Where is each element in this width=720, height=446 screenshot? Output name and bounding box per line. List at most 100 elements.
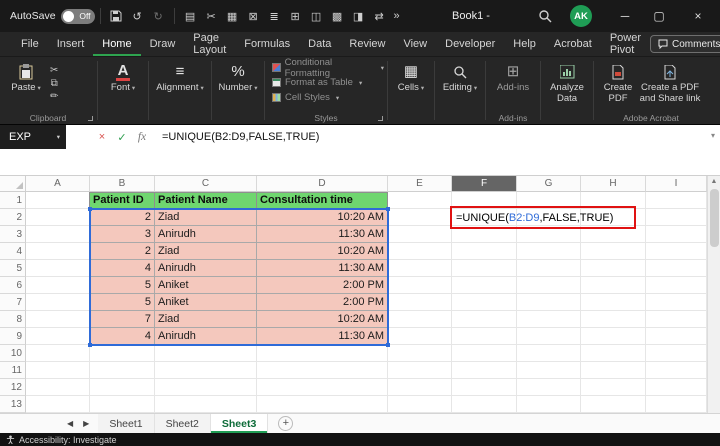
- cell-E9[interactable]: [388, 328, 452, 345]
- menu-tab-formulas[interactable]: Formulas: [235, 32, 299, 56]
- cell-E4[interactable]: [388, 243, 452, 260]
- cell-I8[interactable]: [646, 311, 707, 328]
- cell-A2[interactable]: [26, 209, 90, 226]
- cell-C7[interactable]: Aniket: [155, 294, 257, 311]
- table-icon[interactable]: ▦: [223, 5, 242, 27]
- cell-D2[interactable]: 10:20 AM: [257, 209, 388, 226]
- new-sheet-button[interactable]: +: [278, 416, 293, 431]
- cell-G10[interactable]: [517, 345, 581, 362]
- enter-icon[interactable]: ✓: [112, 131, 132, 144]
- cell-D13[interactable]: [257, 396, 388, 413]
- cell-D12[interactable]: [257, 379, 388, 396]
- cell-F4[interactable]: [452, 243, 517, 260]
- cell-I5[interactable]: [646, 260, 707, 277]
- cell-B3[interactable]: 3: [90, 226, 155, 243]
- conditional-formatting-button[interactable]: Conditional Formatting▾: [272, 60, 384, 75]
- column-header-D[interactable]: D: [257, 176, 388, 192]
- cell-B6[interactable]: 5: [90, 277, 155, 294]
- cell-E7[interactable]: [388, 294, 452, 311]
- cell-G12[interactable]: [517, 379, 581, 396]
- accessibility-status[interactable]: Accessibility: Investigate: [19, 435, 117, 445]
- cell-H3[interactable]: [581, 226, 646, 243]
- clipboard-dialog-launcher-icon[interactable]: [88, 116, 93, 121]
- cell-F13[interactable]: [452, 396, 517, 413]
- editing-button[interactable]: Editing▾: [438, 60, 482, 94]
- cell-D11[interactable]: [257, 362, 388, 379]
- autosave-toggle[interactable]: AutoSave Off: [10, 9, 95, 24]
- active-cell-formula[interactable]: =UNIQUE(B2:D9,FALSE,TRUE): [456, 209, 636, 226]
- row-header-1[interactable]: 1: [0, 192, 26, 209]
- close-box-icon[interactable]: ⊠: [244, 5, 263, 27]
- cell-A10[interactable]: [26, 345, 90, 362]
- row-header-9[interactable]: 9: [0, 328, 26, 345]
- cell-B5[interactable]: 4: [90, 260, 155, 277]
- row-header-7[interactable]: 7: [0, 294, 26, 311]
- cell-E11[interactable]: [388, 362, 452, 379]
- cell-D3[interactable]: 11:30 AM: [257, 226, 388, 243]
- menu-tab-review[interactable]: Review: [340, 32, 394, 56]
- cell-F11[interactable]: [452, 362, 517, 379]
- menu-tab-acrobat[interactable]: Acrobat: [545, 32, 601, 56]
- cell-F9[interactable]: [452, 328, 517, 345]
- add-ins-button[interactable]: ⊞ Add-ins: [489, 60, 537, 94]
- cell-B10[interactable]: [90, 345, 155, 362]
- cell-G7[interactable]: [517, 294, 581, 311]
- cell-D9[interactable]: 11:30 AM: [257, 328, 388, 345]
- save-icon[interactable]: [107, 5, 126, 27]
- cell-A3[interactable]: [26, 226, 90, 243]
- create-pdf-button[interactable]: Create PDF: [597, 60, 639, 105]
- cell-C11[interactable]: [155, 362, 257, 379]
- menu-tab-home[interactable]: Home: [93, 32, 140, 56]
- column-header-H[interactable]: H: [581, 176, 646, 192]
- menu-tab-file[interactable]: File: [12, 32, 48, 56]
- undo-icon[interactable]: ↺: [128, 5, 147, 27]
- column-header-A[interactable]: A: [26, 176, 90, 192]
- cell-B2[interactable]: 2: [90, 209, 155, 226]
- cell-F7[interactable]: [452, 294, 517, 311]
- cell-D8[interactable]: 10:20 AM: [257, 311, 388, 328]
- cell-A7[interactable]: [26, 294, 90, 311]
- cell-A1[interactable]: [26, 192, 90, 209]
- cell-C13[interactable]: [155, 396, 257, 413]
- menu-tab-developer[interactable]: Developer: [436, 32, 504, 56]
- cell-G3[interactable]: [517, 226, 581, 243]
- row-header-12[interactable]: 12: [0, 379, 26, 396]
- minimize-button[interactable]: ─: [608, 0, 642, 32]
- cell-F5[interactable]: [452, 260, 517, 277]
- styles-dialog-launcher-icon[interactable]: [378, 116, 383, 121]
- cell-F1[interactable]: [452, 192, 517, 209]
- sheet-tab-sheet1[interactable]: Sheet1: [98, 414, 154, 433]
- sheet-tab-sheet2[interactable]: Sheet2: [155, 414, 211, 433]
- row-header-5[interactable]: 5: [0, 260, 26, 277]
- column-header-G[interactable]: G: [517, 176, 581, 192]
- close-button[interactable]: ×: [676, 0, 720, 32]
- menu-tab-draw[interactable]: Draw: [141, 32, 185, 56]
- column-header-F[interactable]: F: [452, 176, 517, 192]
- create-pdf-share-button[interactable]: Create a PDF and Share link: [639, 60, 701, 105]
- cell-A6[interactable]: [26, 277, 90, 294]
- cell-G13[interactable]: [517, 396, 581, 413]
- cell-B12[interactable]: [90, 379, 155, 396]
- cell-H13[interactable]: [581, 396, 646, 413]
- cell-I10[interactable]: [646, 345, 707, 362]
- cell-F8[interactable]: [452, 311, 517, 328]
- cell-C1[interactable]: Patient Name: [155, 192, 257, 209]
- menu-tab-page-layout[interactable]: Page Layout: [184, 32, 235, 56]
- insert-function-icon[interactable]: fx: [132, 131, 152, 143]
- menu-tab-insert[interactable]: Insert: [48, 32, 94, 56]
- cell-D7[interactable]: 2:00 PM: [257, 294, 388, 311]
- cell-H7[interactable]: [581, 294, 646, 311]
- number-button[interactable]: % Number▾: [215, 60, 261, 94]
- cancel-icon[interactable]: ×: [92, 131, 112, 143]
- vertical-scrollbar[interactable]: ▲: [707, 176, 720, 413]
- name-box[interactable]: EXP▾: [0, 125, 66, 149]
- column-header-B[interactable]: B: [90, 176, 155, 192]
- sheet-nav-left-icon[interactable]: ◀: [62, 419, 78, 428]
- cell-H4[interactable]: [581, 243, 646, 260]
- column-header-E[interactable]: E: [388, 176, 452, 192]
- font-button[interactable]: A Font▾: [101, 60, 145, 94]
- analyze-data-button[interactable]: Analyze Data: [544, 60, 590, 105]
- cell-B13[interactable]: [90, 396, 155, 413]
- row-header-8[interactable]: 8: [0, 311, 26, 328]
- cell-D6[interactable]: 2:00 PM: [257, 277, 388, 294]
